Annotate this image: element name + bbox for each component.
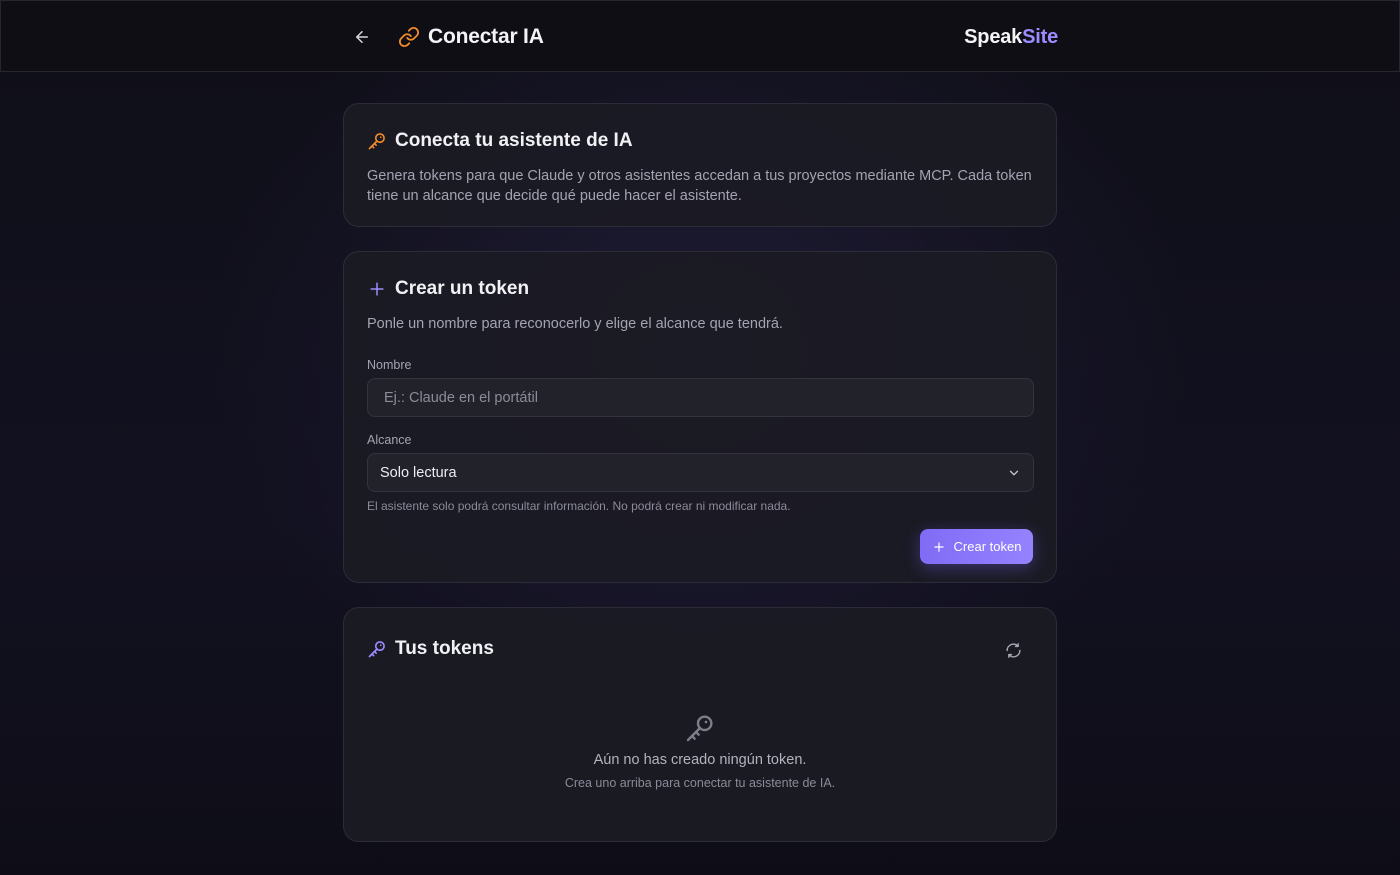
- intro-card: Conecta tu asistente de IA Genera tokens…: [343, 103, 1057, 227]
- scope-select[interactable]: Solo lectura: [367, 453, 1034, 492]
- brand-name-part1: Speak: [964, 25, 1023, 48]
- empty-state-title: Aún no has creado ningún token.: [593, 752, 807, 768]
- create-token-button[interactable]: Crear token: [920, 529, 1033, 564]
- tokens-card: Tus tokens Aún no has creado ningún toke…: [343, 607, 1057, 842]
- plus-icon: [367, 279, 387, 299]
- back-button[interactable]: [344, 19, 380, 55]
- token-name-input[interactable]: Ej.: Claude en el portátil: [367, 378, 1034, 417]
- key-icon: [367, 639, 387, 659]
- create-token-card: Crear un token Ponle un nombre para reco…: [343, 251, 1057, 583]
- empty-state: Aún no has creado ningún token. Crea uno…: [344, 712, 1056, 790]
- arrow-left-icon: [353, 28, 371, 46]
- token-name-placeholder: Ej.: Claude en el portátil: [384, 389, 538, 406]
- create-card-title: Crear un token: [395, 278, 530, 299]
- link-icon: [398, 26, 420, 48]
- plus-icon: [932, 540, 946, 554]
- empty-state-subtitle: Crea uno arriba para conectar tu asisten…: [564, 776, 836, 790]
- key-icon: [684, 712, 716, 744]
- name-field-label: Nombre: [367, 358, 412, 372]
- create-card-subtitle: Ponle un nombre para reconocerlo y elige…: [367, 316, 783, 332]
- chevron-down-icon: [1007, 466, 1021, 480]
- page-title: Conectar IA: [428, 25, 544, 48]
- brand-logo[interactable]: SpeakSite: [964, 26, 1058, 49]
- create-token-button-label: Crear token: [953, 539, 1022, 554]
- intro-card-title: Conecta tu asistente de IA: [395, 130, 633, 151]
- top-bar: Conectar IA SpeakSite: [0, 0, 1400, 72]
- create-card-header: Crear un token: [367, 278, 1033, 300]
- scope-selected-value: Solo lectura: [380, 464, 457, 481]
- page-title-group: Conectar IA: [398, 25, 544, 49]
- key-icon: [367, 131, 387, 151]
- intro-card-description: Genera tokens para que Claude y otros as…: [367, 168, 1032, 204]
- scope-field-label: Alcance: [367, 433, 412, 447]
- refresh-icon: [1005, 642, 1022, 659]
- scope-hint: El asistente solo podrá consultar inform…: [367, 499, 791, 513]
- refresh-button[interactable]: [1002, 639, 1024, 661]
- brand-name-part2: Site: [1022, 25, 1058, 48]
- tokens-card-header: Tus tokens: [367, 638, 1033, 660]
- create-actions: Crear token: [367, 529, 1033, 564]
- intro-card-header: Conecta tu asistente de IA: [367, 130, 1033, 152]
- top-bar-inner: Conectar IA SpeakSite: [344, 1, 1058, 73]
- tokens-card-title: Tus tokens: [395, 638, 494, 659]
